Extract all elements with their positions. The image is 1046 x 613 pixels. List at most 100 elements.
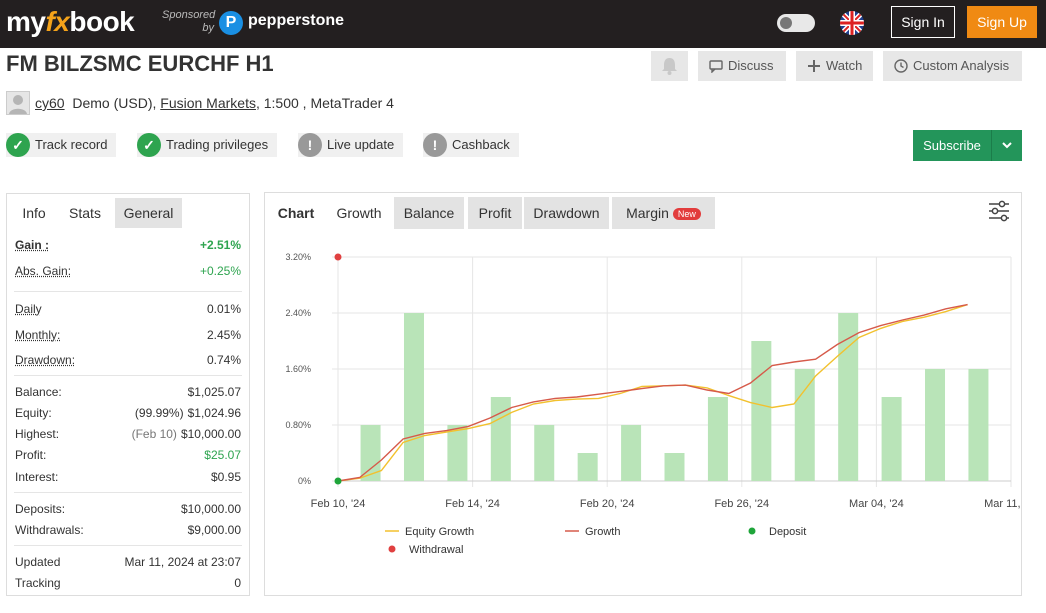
y-tick-label: 1.60% xyxy=(285,364,311,374)
badge-trading-privileges[interactable]: ✓ Trading privileges xyxy=(137,133,278,157)
stats-tabs: Info Stats General xyxy=(7,194,249,230)
y-tick-label: 3.20% xyxy=(285,252,311,262)
user-icon xyxy=(9,95,27,114)
growth-bar xyxy=(707,397,728,481)
growth-chart[interactable]: 0% 0.80% 1.60% 2.40% 3.20% Feb 10, '24 Feb 14… xyxy=(265,233,1021,597)
badge-label: Track record xyxy=(35,137,108,152)
stat-value: $0.95 xyxy=(210,470,241,484)
theme-toggle[interactable] xyxy=(777,14,815,32)
badge-live-update[interactable]: ! Live update xyxy=(298,133,404,157)
discuss-button[interactable]: Discuss xyxy=(698,51,786,81)
x-tick-label: Mar 04, '24 xyxy=(849,498,904,510)
exclamation-icon: ! xyxy=(298,133,322,157)
legend-label: Growth xyxy=(585,526,620,538)
legend-swatch xyxy=(748,527,756,535)
growth-bar xyxy=(621,425,642,481)
stat-highest: Highest: (Feb 10) $10,000.00 xyxy=(15,427,241,445)
top-nav-bar: myfxbook Sponsored by P pepperstone Sign… xyxy=(0,0,1046,48)
stat-deposits: Deposits: $10,000.00 xyxy=(15,502,241,520)
stat-label[interactable]: Gain : xyxy=(15,238,49,252)
tab-balance[interactable]: Balance xyxy=(394,197,464,229)
deposit-point xyxy=(334,477,342,485)
highest-date: (Feb 10) xyxy=(131,427,177,441)
growth-bar xyxy=(447,425,468,481)
growth-bar xyxy=(577,453,598,481)
new-badge: New xyxy=(672,208,701,220)
sponsored-line2: by xyxy=(202,22,214,34)
account-details: , 1:500 , MetaTrader 4 xyxy=(255,95,394,111)
sponsored-label: Sponsored by xyxy=(162,9,216,35)
stat-value: +2.51% xyxy=(199,238,241,252)
stat-abs-gain: Abs. Gain: +0.25% xyxy=(15,264,241,282)
stat-withdrawals: Withdrawals: $9,000.00 xyxy=(15,523,241,541)
user-link[interactable]: cy60 xyxy=(35,95,65,111)
divider xyxy=(14,492,242,493)
subscribe-button[interactable]: Subscribe xyxy=(913,130,1022,161)
account-type: Demo (USD), xyxy=(72,95,157,111)
tab-growth[interactable]: Growth xyxy=(327,197,391,229)
chart-settings-button[interactable] xyxy=(987,200,1011,222)
logo-book: book xyxy=(69,6,135,37)
tab-chart[interactable]: Chart xyxy=(271,197,321,229)
page-title: FM BILZSMC EURCHF H1 xyxy=(6,51,274,76)
tab-stats[interactable]: Stats xyxy=(61,198,109,228)
x-tick-label: Feb 26, '24 xyxy=(714,498,769,510)
stat-value: (Feb 10) $10,000.00 xyxy=(132,427,241,441)
stat-value: +0.25% xyxy=(199,264,241,278)
stat-label: Interest: xyxy=(15,470,59,484)
tab-general[interactable]: General xyxy=(115,198,182,228)
stat-value: 2.45% xyxy=(206,328,241,342)
stat-label[interactable]: Daily xyxy=(15,302,42,316)
withdrawal-point xyxy=(334,253,342,261)
watch-button[interactable]: Watch xyxy=(796,51,873,81)
tab-margin[interactable]: Margin New xyxy=(612,197,715,229)
tab-info[interactable]: Info xyxy=(11,198,57,228)
stat-label: Highest: xyxy=(15,427,60,441)
x-tick-label: Feb 20, '24 xyxy=(580,498,635,510)
sign-up-button[interactable]: Sign Up xyxy=(967,6,1037,38)
broker-link[interactable]: Fusion Markets xyxy=(160,95,256,111)
stat-label[interactable]: Abs. Gain: xyxy=(15,264,71,278)
stat-updated: Updated Mar 11, 2024 at 23:07 xyxy=(15,555,241,573)
account-meta: cy60 Demo (USD), Fusion Markets, 1:500 ,… xyxy=(35,95,394,111)
highest-amount: $10,000.00 xyxy=(180,427,241,441)
plus-icon xyxy=(808,60,820,72)
custom-analysis-button[interactable]: Custom Analysis xyxy=(883,51,1022,81)
sponsored-line1: Sponsored xyxy=(162,9,216,21)
chart-panel: Chart Growth Balance Profit Drawdown Mar… xyxy=(264,192,1022,596)
stat-label: Balance: xyxy=(15,385,62,399)
divider xyxy=(14,545,242,546)
stat-interest: Interest: $0.95 xyxy=(15,470,241,488)
badge-track-record[interactable]: ✓ Track record xyxy=(6,133,117,157)
stat-value: $10,000.00 xyxy=(180,502,241,516)
stat-equity: Equity: (99.99%) $1,024.96 xyxy=(15,406,241,424)
toggle-knob xyxy=(780,17,792,29)
bell-button[interactable] xyxy=(651,51,688,81)
stat-value: $25.07 xyxy=(204,448,241,462)
divider xyxy=(14,375,242,376)
stat-daily: Daily 0.01% xyxy=(15,302,241,320)
x-tick-label: Feb 10, '24 xyxy=(311,498,366,510)
uk-flag-icon[interactable] xyxy=(840,11,864,35)
subscribe-label: Subscribe xyxy=(923,138,981,153)
subscribe-dropdown[interactable] xyxy=(991,130,1022,161)
badge-cashback[interactable]: ! Cashback xyxy=(423,133,519,157)
pepperstone-logo-icon[interactable]: P xyxy=(219,11,243,35)
stat-label[interactable]: Monthly: xyxy=(15,328,60,342)
tab-profit[interactable]: Profit xyxy=(468,197,522,229)
avatar[interactable] xyxy=(6,91,30,115)
legend-label: Deposit xyxy=(769,526,806,538)
stat-value: $9,000.00 xyxy=(187,523,241,537)
sponsor-name[interactable]: pepperstone xyxy=(248,12,344,30)
discuss-label: Discuss xyxy=(728,58,774,73)
check-icon: ✓ xyxy=(137,133,161,157)
x-tick-label: Mar 11, '24 xyxy=(984,498,1021,510)
tab-drawdown[interactable]: Drawdown xyxy=(524,197,609,229)
bell-icon xyxy=(662,58,677,75)
stat-label: Tracking xyxy=(15,576,61,590)
sign-in-button[interactable]: Sign In xyxy=(891,6,955,38)
myfxbook-logo[interactable]: myfxbook xyxy=(6,6,135,38)
growth-bar xyxy=(794,369,815,481)
legend-label: Withdrawal xyxy=(409,544,463,556)
stat-label[interactable]: Drawdown: xyxy=(15,353,75,367)
